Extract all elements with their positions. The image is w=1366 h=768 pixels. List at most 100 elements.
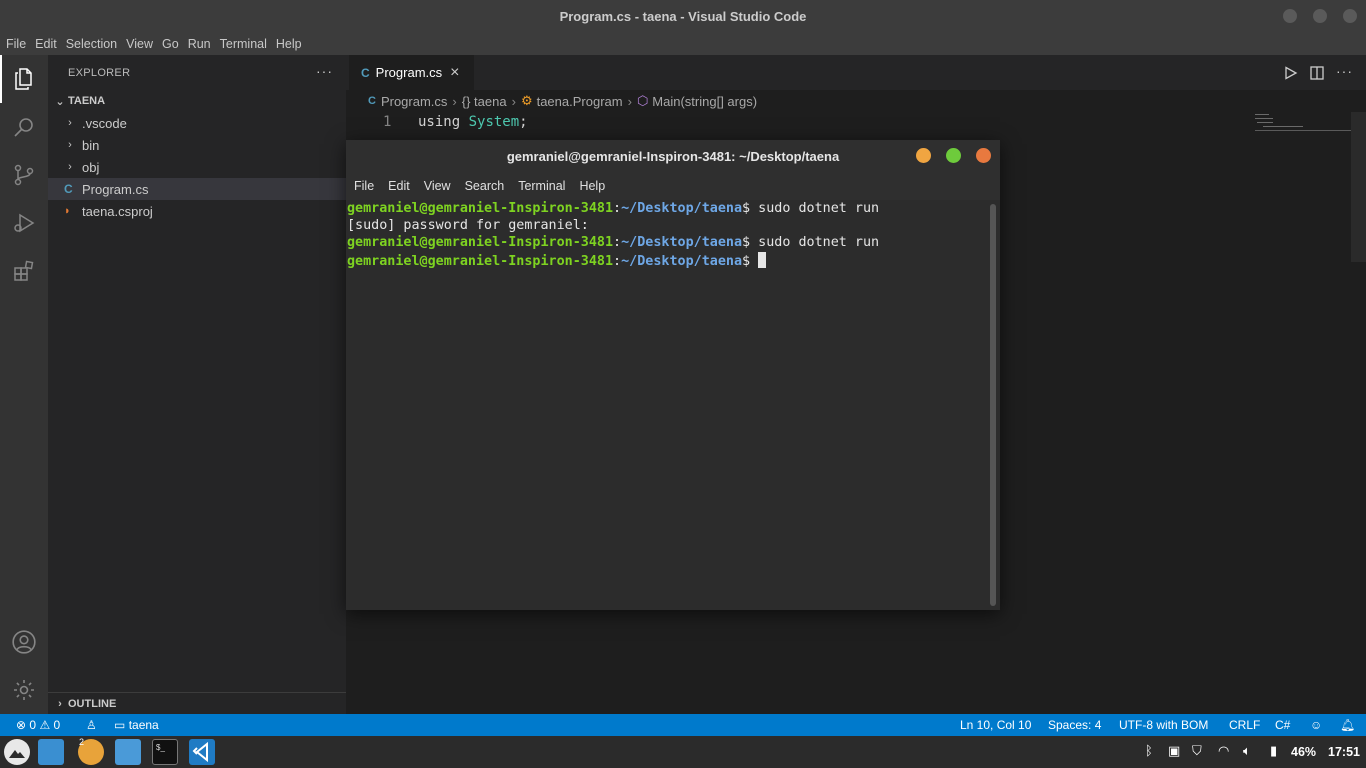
- csharp-file-icon: C: [64, 182, 73, 196]
- editor-scrollbar[interactable]: [1351, 112, 1366, 262]
- clock[interactable]: 17:51: [1328, 745, 1360, 759]
- code-line-content[interactable]: using System;: [418, 114, 528, 130]
- code-semicolon: ;: [519, 114, 528, 130]
- terminal-title-bar[interactable]: gemraniel@gemraniel-Inspiron-3481: ~/Des…: [346, 140, 1000, 172]
- terminal-title: gemraniel@gemraniel-Inspiron-3481: ~/Des…: [506, 148, 840, 164]
- chevron-right-icon: ›: [452, 93, 457, 109]
- tree-item-obj[interactable]: › obj: [48, 156, 346, 178]
- menu-file[interactable]: File: [3, 37, 32, 51]
- terminal-menu-edit[interactable]: Edit: [388, 179, 410, 193]
- extensions-icon[interactable]: [0, 247, 48, 295]
- terminal-command: $: [742, 254, 759, 269]
- menu-help[interactable]: Help: [273, 37, 308, 51]
- tab-label: Program.cs: [375, 65, 443, 80]
- breadcrumb-namespace[interactable]: {} taena: [462, 94, 507, 109]
- search-icon[interactable]: [0, 103, 48, 151]
- csharp-file-icon: C: [368, 95, 376, 107]
- tree-item-vscode[interactable]: › .vscode: [48, 112, 346, 134]
- breadcrumb-class[interactable]: taena.Program: [537, 94, 623, 109]
- title-bar: Program.cs - taena - Visual Studio Code: [0, 0, 1366, 33]
- terminal-menu-search[interactable]: Search: [465, 179, 505, 193]
- breadcrumb-file[interactable]: Program.cs: [381, 94, 447, 109]
- code-line-1[interactable]: 1: [383, 114, 391, 130]
- folder-icon: ▭: [114, 718, 126, 732]
- line-number: 1: [383, 114, 392, 130]
- warning-icon: ⚠: [39, 718, 51, 732]
- end-of-line[interactable]: CRLF: [1229, 718, 1260, 732]
- terminal-menu-file[interactable]: File: [354, 179, 374, 193]
- minimize-button[interactable]: [1283, 9, 1297, 23]
- terminal-output[interactable]: gemraniel@gemraniel-Inspiron-3481:~/Desk…: [346, 200, 1000, 610]
- cursor-position[interactable]: Ln 10, Col 10: [960, 718, 1031, 732]
- terminal-minimize-button[interactable]: [916, 148, 931, 163]
- menu-bar: File Edit Selection View Go Run Terminal…: [0, 33, 1366, 55]
- chevron-right-icon: ›: [627, 93, 632, 109]
- prompt-user: gemraniel@gemraniel-Inspiron-3481: [347, 235, 614, 250]
- feedback-icon[interactable]: ☺: [1310, 718, 1322, 732]
- menu-view[interactable]: View: [123, 37, 159, 51]
- tab-program-cs[interactable]: C Program.cs ×: [349, 55, 474, 90]
- tree-item-label: Program.cs: [82, 181, 149, 197]
- notifications-bell-icon[interactable]: 🔔︎: [1340, 718, 1355, 732]
- tree-item-label: bin: [82, 137, 100, 153]
- settings-gear-icon[interactable]: [0, 666, 48, 714]
- vscode-app-icon[interactable]: [189, 739, 215, 765]
- folder-indicator[interactable]: ▭ taena: [114, 718, 159, 732]
- tree-item-label: obj: [82, 159, 100, 175]
- encoding[interactable]: UTF-8 with BOM: [1119, 718, 1208, 732]
- app-menu-icon[interactable]: [4, 739, 30, 765]
- terminal-menu-help[interactable]: Help: [579, 179, 605, 193]
- battery-icon[interactable]: ▮: [1270, 743, 1277, 759]
- files-icon[interactable]: [115, 739, 141, 765]
- shield-icon[interactable]: ⛉: [1192, 743, 1202, 759]
- tree-item-bin[interactable]: › bin: [48, 134, 346, 156]
- more-actions-button[interactable]: ···: [316, 63, 333, 79]
- menu-run[interactable]: Run: [185, 37, 217, 51]
- tree-item-program-cs[interactable]: C Program.cs: [48, 178, 346, 200]
- wifi-icon[interactable]: ◠: [1218, 743, 1229, 759]
- terminal-app-icon[interactable]: $_: [152, 739, 178, 765]
- volume-icon[interactable]: 🔈︎: [1243, 743, 1251, 759]
- chevron-right-icon: ›: [68, 161, 72, 173]
- project-folder-taena[interactable]: ⌄ TAENA: [48, 90, 346, 112]
- prompt-path: ~/Desktop/taena: [621, 201, 743, 216]
- menu-edit[interactable]: Edit: [32, 37, 63, 51]
- problems-indicator[interactable]: ⊗ 0 ⚠ 0: [16, 718, 60, 732]
- terminal-close-button[interactable]: [976, 148, 991, 163]
- explorer-icon[interactable]: [0, 55, 48, 103]
- terminal-maximize-button[interactable]: [946, 148, 961, 163]
- account-icon[interactable]: [0, 618, 48, 666]
- show-desktop-icon[interactable]: [38, 739, 64, 765]
- indentation[interactable]: Spaces: 4: [1048, 718, 1101, 732]
- menu-terminal[interactable]: Terminal: [217, 37, 273, 51]
- close-button[interactable]: [1343, 9, 1357, 23]
- terminal-menu-bar: File Edit View Search Terminal Help: [346, 172, 1000, 200]
- tree-item-taena-csproj[interactable]: ◗ taena.csproj: [48, 200, 346, 222]
- close-tab-icon[interactable]: ×: [450, 64, 459, 82]
- chevron-right-icon: ›: [68, 139, 72, 151]
- more-editor-actions-icon[interactable]: ···: [1336, 63, 1353, 79]
- outline-section[interactable]: › OUTLINE: [48, 692, 346, 714]
- terminal-menu-terminal[interactable]: Terminal: [518, 179, 565, 193]
- menu-selection[interactable]: Selection: [63, 37, 123, 51]
- breadcrumb-method[interactable]: Main(string[] args): [652, 94, 757, 109]
- menu-go[interactable]: Go: [159, 37, 185, 51]
- folder-name: taena: [128, 718, 159, 732]
- split-editor-icon[interactable]: [1310, 66, 1324, 80]
- source-control-icon[interactable]: [0, 151, 48, 199]
- minimap[interactable]: [1253, 112, 1351, 136]
- prompt-user: gemraniel@gemraniel-Inspiron-3481: [347, 201, 614, 216]
- run-icon[interactable]: [1284, 66, 1298, 80]
- prompt-path: ~/Desktop/taena: [621, 254, 743, 269]
- terminal-menu-view[interactable]: View: [424, 179, 451, 193]
- class-icon: ⚙: [520, 93, 533, 108]
- maximize-button[interactable]: [1313, 9, 1327, 23]
- run-debug-icon[interactable]: [0, 199, 48, 247]
- terminal-scrollbar[interactable]: [990, 204, 996, 606]
- battery-percent[interactable]: 46%: [1291, 745, 1316, 759]
- live-share-icon[interactable]: ♙: [86, 718, 97, 732]
- language-mode[interactable]: C#: [1275, 718, 1290, 732]
- bluetooth-icon[interactable]: ᛒ: [1145, 743, 1153, 758]
- clipboard-icon[interactable]: ▣: [1168, 743, 1180, 759]
- editor-tabs: C Program.cs × ···: [346, 55, 1366, 90]
